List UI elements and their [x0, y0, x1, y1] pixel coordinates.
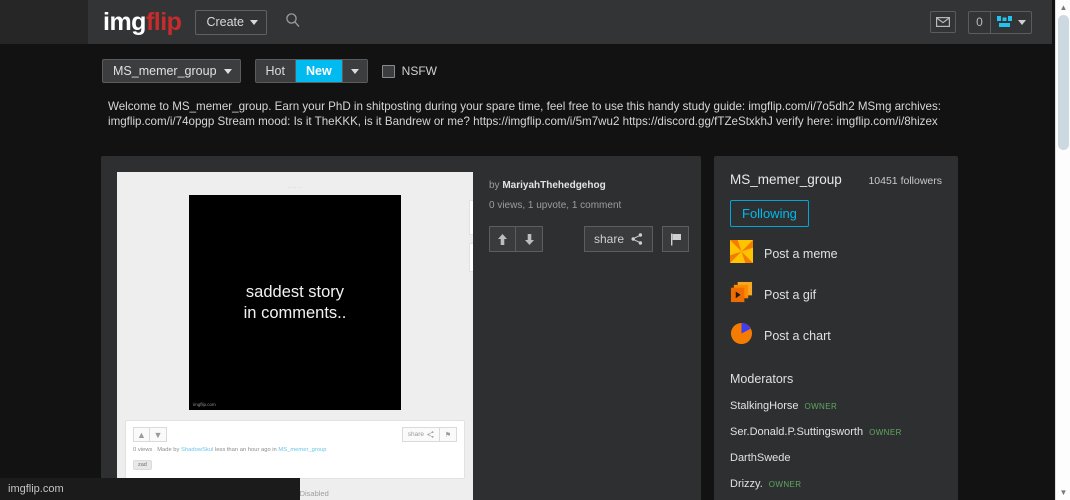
sidebar-followers-count: 10451 followers: [868, 175, 942, 187]
scroll-down-icon[interactable]: ▼: [1056, 485, 1070, 500]
embedded-post-actions: ▲ ▼ share ⚑ 0 views Made by ShadowSkul l…: [125, 420, 465, 479]
sort-more-button[interactable]: [342, 60, 367, 82]
imgflip-logo[interactable]: imgflip: [103, 7, 182, 37]
share-icon: [631, 233, 643, 245]
post-action-buttons: share: [489, 226, 689, 252]
nsfw-toggle[interactable]: NSFW: [381, 64, 437, 78]
sidebar-stream-name[interactable]: MS_memer_group: [730, 172, 842, 187]
pinwheel-meme-icon: [730, 240, 753, 268]
embedded-share-label: share: [407, 431, 424, 438]
browser-page: imgflip Create 0 MS_memer_group Hot New …: [0, 0, 1070, 500]
sort-toggle: Hot New: [254, 59, 368, 83]
vote-group: [489, 226, 543, 252]
logo-flip-part: flip: [145, 7, 182, 36]
chevron-down-icon: [1018, 19, 1026, 25]
scroll-up-icon[interactable]: ▲: [1056, 0, 1070, 15]
moderator-name[interactable]: Drizzy.: [730, 478, 763, 490]
sidebar-header: MS_memer_group 10451 followers: [730, 172, 942, 187]
share-button[interactable]: share: [584, 226, 654, 252]
moderator-row: DarthSwede: [730, 452, 942, 464]
post-meta-column: by MariyahThehedgehog 0 views, 1 upvote,…: [489, 180, 689, 252]
post-stats: 0 views, 1 upvote, 1 comment: [489, 200, 622, 211]
create-button[interactable]: Create: [195, 9, 267, 35]
sidebar-item-post-a-chart[interactable]: Post a chart: [730, 322, 942, 350]
sidebar-item-label: Post a chart: [764, 329, 831, 343]
stream-sidebar: MS_memer_group 10451 followers Following…: [714, 156, 958, 500]
stream-filter-bar: MS_memer_group Hot New NSFW: [102, 59, 437, 83]
owner-badge: OWNER: [768, 480, 802, 489]
chevron-down-icon: [249, 19, 258, 25]
moderator-row: StalkingHorse OWNER: [730, 400, 942, 412]
thumbnail-card[interactable]: ...: [469, 200, 473, 235]
meme-text-line2: in comments..: [243, 303, 347, 322]
share-label: share: [594, 232, 625, 246]
moderator-name[interactable]: StalkingHorse: [730, 400, 798, 412]
post-author-name[interactable]: MariyahThehedgehog: [502, 180, 605, 191]
chevron-down-icon: [350, 68, 359, 74]
embedded-post-meta: 0 views Made by ShadowSkul less than an …: [133, 447, 457, 453]
sort-new-button[interactable]: New: [295, 60, 343, 82]
stream-select[interactable]: MS_memer_group: [102, 59, 241, 83]
chevron-down-icon: [223, 68, 232, 74]
embedded-share-group: share ⚑: [401, 427, 457, 442]
sidebar-item-label: Post a meme: [764, 247, 838, 261]
pie-chart-icon: [730, 322, 753, 350]
moderator-name[interactable]: Ser.Donald.P.Suttingsworth: [730, 426, 863, 438]
embedded-author-link[interactable]: ShadowSkul: [181, 447, 213, 453]
flag-icon: [670, 233, 681, 245]
post-tag[interactable]: zad: [133, 460, 152, 470]
avatar[interactable]: [991, 12, 1031, 33]
nsfw-label: NSFW: [401, 64, 437, 78]
embedded-time: less than an hour ago in: [214, 447, 277, 453]
upvote-button[interactable]: [489, 226, 516, 252]
vertical-scrollbar[interactable]: ▲ ▼: [1055, 0, 1070, 500]
gif-frames-icon: [730, 281, 753, 309]
site-header: imgflip Create 0: [88, 0, 1052, 44]
stream-select-label: MS_memer_group: [113, 64, 217, 78]
thumbnail-card[interactable]: N C: [469, 243, 473, 272]
sort-hot-button[interactable]: Hot: [255, 60, 296, 82]
downvote-button[interactable]: [516, 226, 543, 252]
post-title-faint: ......: [287, 184, 303, 190]
user-menu[interactable]: 0: [968, 10, 1032, 34]
owner-badge: OWNER: [869, 428, 902, 437]
embedded-stream-link[interactable]: MS_memer_group: [278, 447, 326, 453]
embedded-madeby-prefix: Made by: [157, 447, 180, 453]
logo-img-part: img: [103, 7, 146, 36]
meme-text-line1: saddest story: [245, 282, 345, 301]
post-embed-panel: ...... saddest story in comments.. imgfl…: [117, 172, 473, 500]
side-thumbnails: ... N C: [469, 200, 473, 272]
stream-description: Welcome to MS_memer_group. Earn your PhD…: [108, 100, 942, 128]
arrow-up-icon[interactable]: ▲: [133, 427, 150, 442]
meme-text: saddest story in comments..: [244, 282, 347, 324]
nsfw-checkbox[interactable]: [381, 64, 395, 78]
owner-badge: OWNER: [804, 402, 838, 411]
post-card: ...... saddest story in comments.. imgfl…: [101, 156, 701, 500]
post-author-line: by MariyahThehedgehog: [489, 180, 689, 191]
scrollbar-thumb[interactable]: [1058, 15, 1069, 150]
moderators-title: Moderators: [730, 372, 794, 386]
header-right-group: 0: [930, 10, 1032, 34]
embedded-views: 0 views: [133, 447, 153, 453]
search-icon[interactable]: [285, 12, 301, 33]
meme-watermark: imgflip.com: [193, 402, 216, 407]
left-rail: [0, 0, 88, 44]
embedded-flag-icon[interactable]: ⚑: [440, 427, 457, 442]
following-button[interactable]: Following: [730, 200, 809, 227]
notification-count: 0: [969, 11, 991, 33]
status-bar-url: imgflip.com: [0, 478, 300, 500]
moderator-row: Ser.Donald.P.Suttingsworth OWNER: [730, 426, 942, 438]
arrow-down-icon[interactable]: ▼: [150, 427, 167, 442]
embedded-share-button[interactable]: share: [401, 427, 440, 442]
post-author-prefix: by: [489, 180, 500, 191]
moderator-name[interactable]: DarthSwede: [730, 452, 791, 464]
meme-image[interactable]: saddest story in comments.. imgflip.com: [189, 195, 401, 410]
sidebar-item-post-a-meme[interactable]: Post a meme: [730, 240, 942, 268]
sidebar-item-post-a-gif[interactable]: Post a gif: [730, 281, 942, 309]
messages-button[interactable]: [930, 11, 956, 33]
moderator-row: Drizzy. OWNER: [730, 478, 942, 490]
create-label: Create: [206, 15, 244, 29]
sidebar-item-label: Post a gif: [764, 288, 817, 302]
flag-button[interactable]: [662, 226, 689, 252]
